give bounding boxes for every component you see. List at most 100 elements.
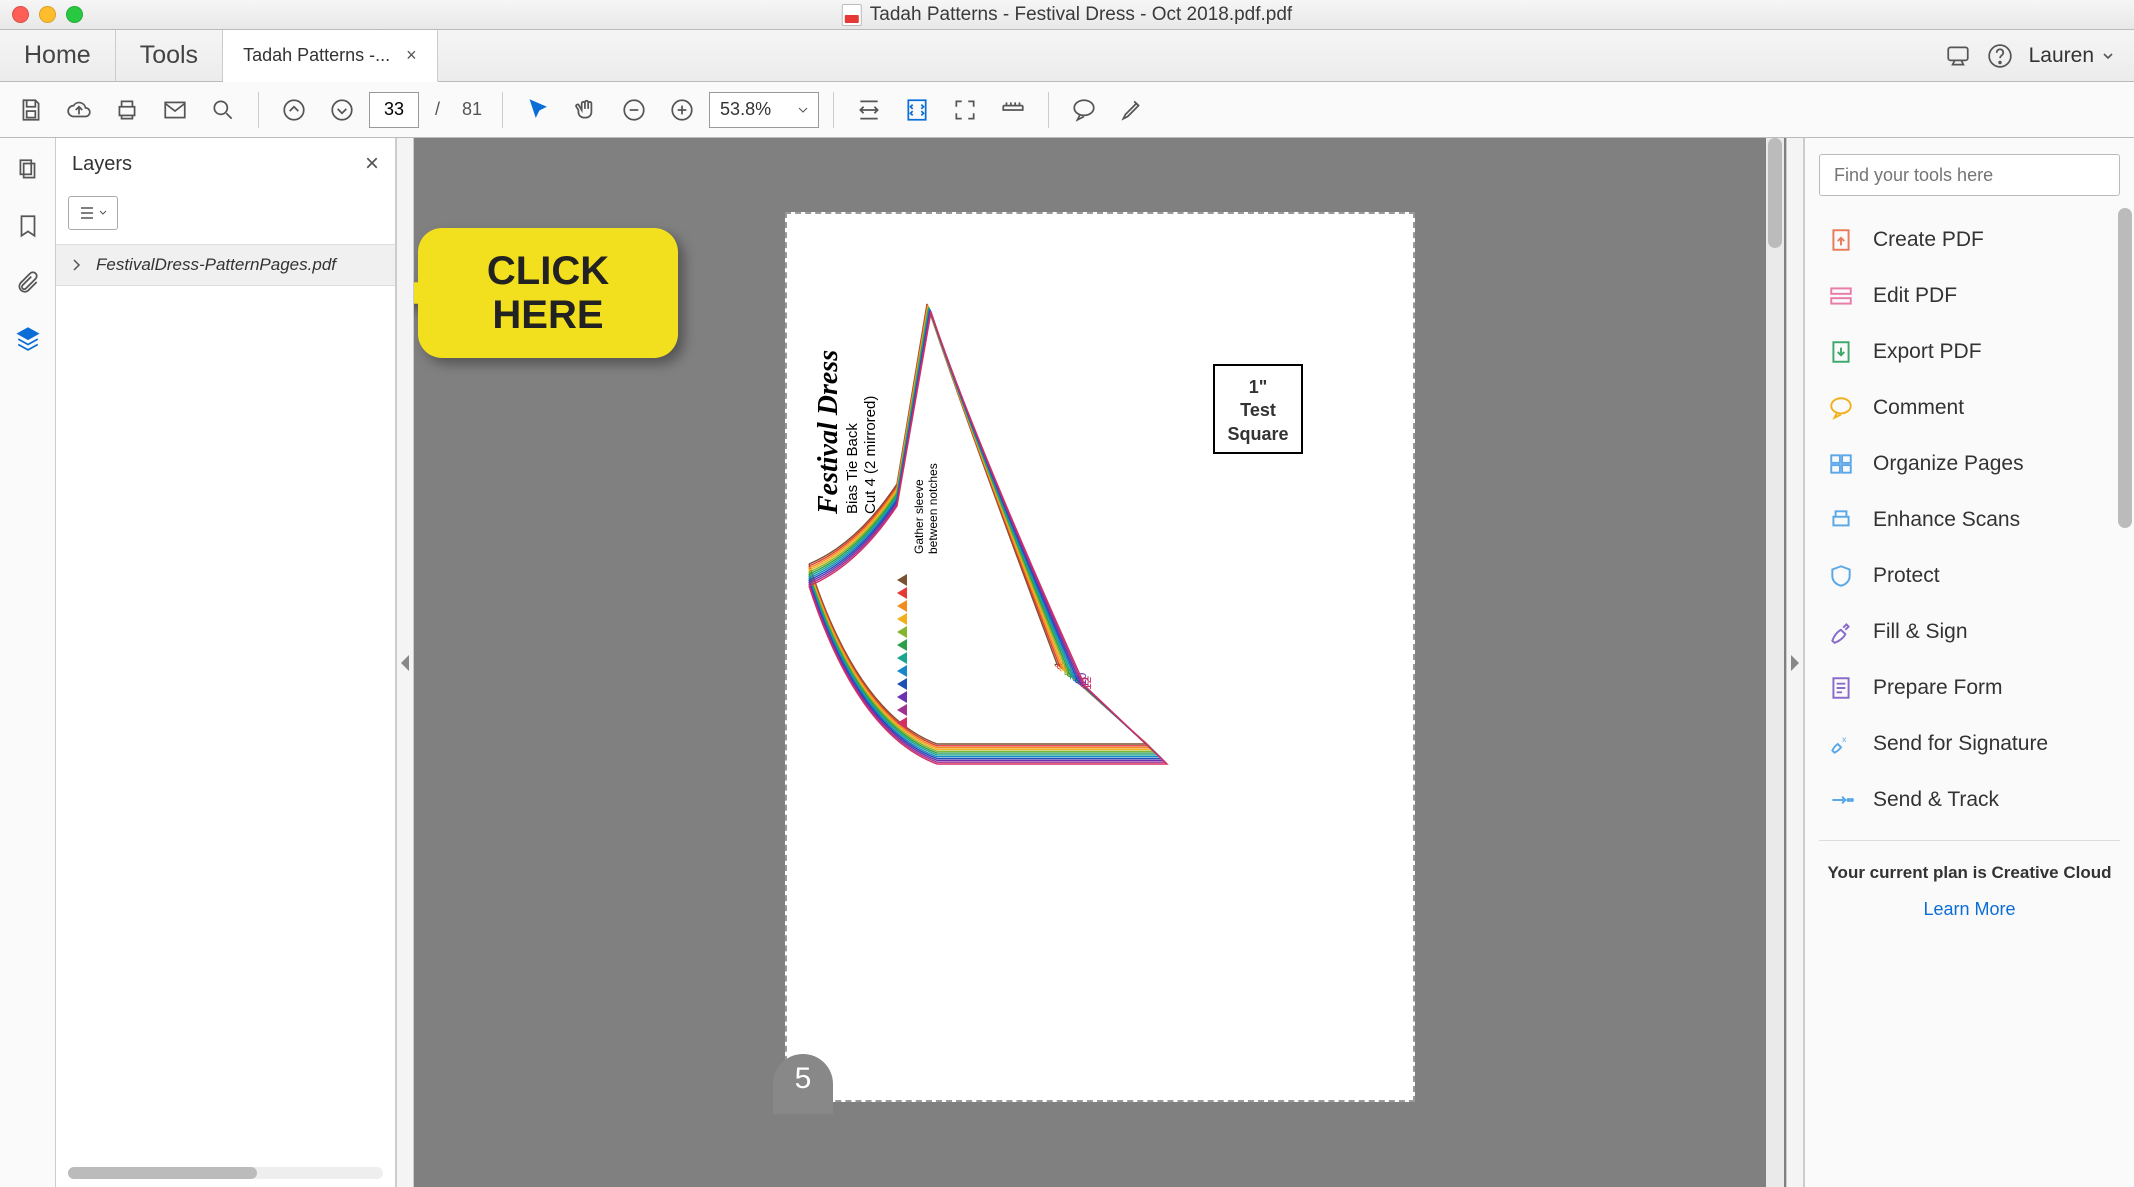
sewing-pattern-graphic: 123456789101112 Festival Dress Bias Tie … — [797, 244, 1407, 1084]
page-marker-circle: 5 — [773, 1054, 833, 1114]
measure-tool[interactable] — [992, 89, 1034, 131]
tool-icon — [1827, 450, 1855, 478]
pattern-note1: Gather sleeve — [912, 479, 926, 554]
zoom-out-button[interactable] — [613, 89, 655, 131]
tool-item-organize-pages[interactable]: Organize Pages — [1805, 436, 2134, 492]
collapse-right-handle[interactable] — [1786, 138, 1804, 1187]
notifications-icon[interactable] — [1945, 43, 1971, 69]
layers-panel: Layers × FestivalDress-PatternPages.pdf — [56, 138, 396, 1187]
close-tab-icon[interactable]: × — [406, 45, 417, 66]
canvas-scrollbar[interactable] — [1766, 138, 1784, 1187]
scrollbar-thumb[interactable] — [1768, 138, 1782, 248]
attachments-rail-button[interactable] — [12, 266, 44, 298]
tool-item-prepare-form[interactable]: Prepare Form — [1805, 660, 2134, 716]
collapse-left-handle[interactable] — [396, 138, 414, 1187]
help-icon[interactable] — [1987, 43, 2013, 69]
layers-rail-button[interactable] — [12, 322, 44, 354]
zoom-value: 53.8% — [720, 99, 771, 120]
left-nav-rail — [0, 138, 56, 1187]
pattern-subtitle2: Cut 4 (2 mirrored) — [862, 396, 879, 514]
document-tab[interactable]: Tadah Patterns -... × — [223, 30, 438, 82]
pattern-note2: between notches — [926, 463, 940, 554]
page-separator: / — [435, 99, 440, 120]
thumbnails-rail-button[interactable] — [12, 154, 44, 186]
pdf-file-icon — [842, 4, 862, 26]
email-button[interactable] — [154, 89, 196, 131]
fullscreen-button[interactable] — [944, 89, 986, 131]
layers-panel-title: Layers — [72, 153, 132, 176]
prev-page-button[interactable] — [273, 89, 315, 131]
page-number-input[interactable] — [369, 92, 419, 128]
chevron-down-icon — [2102, 50, 2114, 62]
tool-item-enhance-scans[interactable]: Enhance Scans — [1805, 492, 2134, 548]
tool-item-label: Create PDF — [1873, 228, 1984, 252]
panel-scrollbar[interactable] — [68, 1167, 383, 1179]
tool-icon — [1827, 674, 1855, 702]
tools-panel: Create PDF Edit PDF Export PDF Comment Organ… — [1804, 138, 2134, 1187]
tool-item-label: Comment — [1873, 396, 1964, 420]
comment-tool[interactable] — [1063, 89, 1105, 131]
tool-icon — [1827, 282, 1855, 310]
plan-info: Your current plan is Creative Cloud — [1819, 863, 2120, 883]
zoom-window-button[interactable] — [66, 6, 83, 23]
tool-icon — [1827, 618, 1855, 646]
learn-more-link[interactable]: Learn More — [1815, 899, 2124, 920]
tab-strip: Home Tools Tadah Patterns -... × Lauren — [0, 30, 2134, 82]
click-here-callout: CLICK HERE — [414, 228, 678, 358]
zoom-level-select[interactable]: 53.8% — [709, 92, 819, 128]
window-controls — [12, 6, 83, 23]
hand-tool[interactable] — [565, 89, 607, 131]
home-tab[interactable]: Home — [0, 30, 116, 81]
tool-item-comment[interactable]: Comment — [1805, 380, 2134, 436]
tool-item-create-pdf[interactable]: Create PDF — [1805, 212, 2134, 268]
layer-item-label: FestivalDress-PatternPages.pdf — [96, 255, 336, 275]
page-marker-number: 5 — [795, 1062, 812, 1096]
right-scrollbar[interactable] — [2118, 208, 2132, 528]
pattern-subtitle1: Bias Tie Back — [844, 423, 861, 514]
fit-page-button[interactable] — [896, 89, 938, 131]
tool-icon — [1827, 338, 1855, 366]
tool-item-label: Organize Pages — [1873, 452, 2024, 476]
tool-item-label: Fill & Sign — [1873, 620, 1968, 644]
user-name-label: Lauren — [2029, 44, 2094, 68]
svg-text:12: 12 — [1080, 676, 1094, 690]
tool-icon — [1827, 226, 1855, 254]
search-tools-input[interactable] — [1819, 154, 2120, 196]
highlight-tool[interactable] — [1111, 89, 1153, 131]
tool-item-send-track[interactable]: Send & Track — [1805, 772, 2134, 828]
tool-item-label: Prepare Form — [1873, 676, 2003, 700]
window-title: Tadah Patterns - Festival Dress - Oct 20… — [842, 4, 1292, 26]
tool-icon: x — [1827, 730, 1855, 758]
close-panel-icon[interactable]: × — [365, 150, 379, 178]
user-menu[interactable]: Lauren — [2029, 44, 2114, 68]
cloud-upload-button[interactable] — [58, 89, 100, 131]
fit-width-button[interactable] — [848, 89, 890, 131]
minimize-window-button[interactable] — [39, 6, 56, 23]
tool-item-label: Enhance Scans — [1873, 508, 2020, 532]
callout-line2: HERE — [487, 293, 609, 337]
selection-tool[interactable] — [517, 89, 559, 131]
bookmarks-rail-button[interactable] — [12, 210, 44, 242]
print-button[interactable] — [106, 89, 148, 131]
zoom-in-button[interactable] — [661, 89, 703, 131]
close-window-button[interactable] — [12, 6, 29, 23]
tool-item-protect[interactable]: Protect — [1805, 548, 2134, 604]
callout-line1: CLICK — [487, 249, 609, 293]
tool-item-export-pdf[interactable]: Export PDF — [1805, 324, 2134, 380]
tools-tab[interactable]: Tools — [116, 30, 223, 81]
search-button[interactable] — [202, 89, 244, 131]
layer-item[interactable]: FestivalDress-PatternPages.pdf — [56, 244, 395, 286]
document-canvas[interactable]: CLICK HERE 1" Test Square 12345678910111… — [414, 138, 1786, 1187]
save-button[interactable] — [10, 89, 52, 131]
tool-item-label: Export PDF — [1873, 340, 1982, 364]
next-page-button[interactable] — [321, 89, 363, 131]
pattern-title: Festival Dress — [813, 350, 844, 515]
tool-icon — [1827, 562, 1855, 590]
tool-item-edit-pdf[interactable]: Edit PDF — [1805, 268, 2134, 324]
tool-item-fill-sign[interactable]: Fill & Sign — [1805, 604, 2134, 660]
layers-options-button[interactable] — [68, 196, 118, 230]
tool-item-label: Protect — [1873, 564, 1940, 588]
tool-item-send-for-signature[interactable]: xSend for Signature — [1805, 716, 2134, 772]
window-titlebar: Tadah Patterns - Festival Dress - Oct 20… — [0, 0, 2134, 30]
main-toolbar: / 81 53.8% — [0, 82, 2134, 138]
